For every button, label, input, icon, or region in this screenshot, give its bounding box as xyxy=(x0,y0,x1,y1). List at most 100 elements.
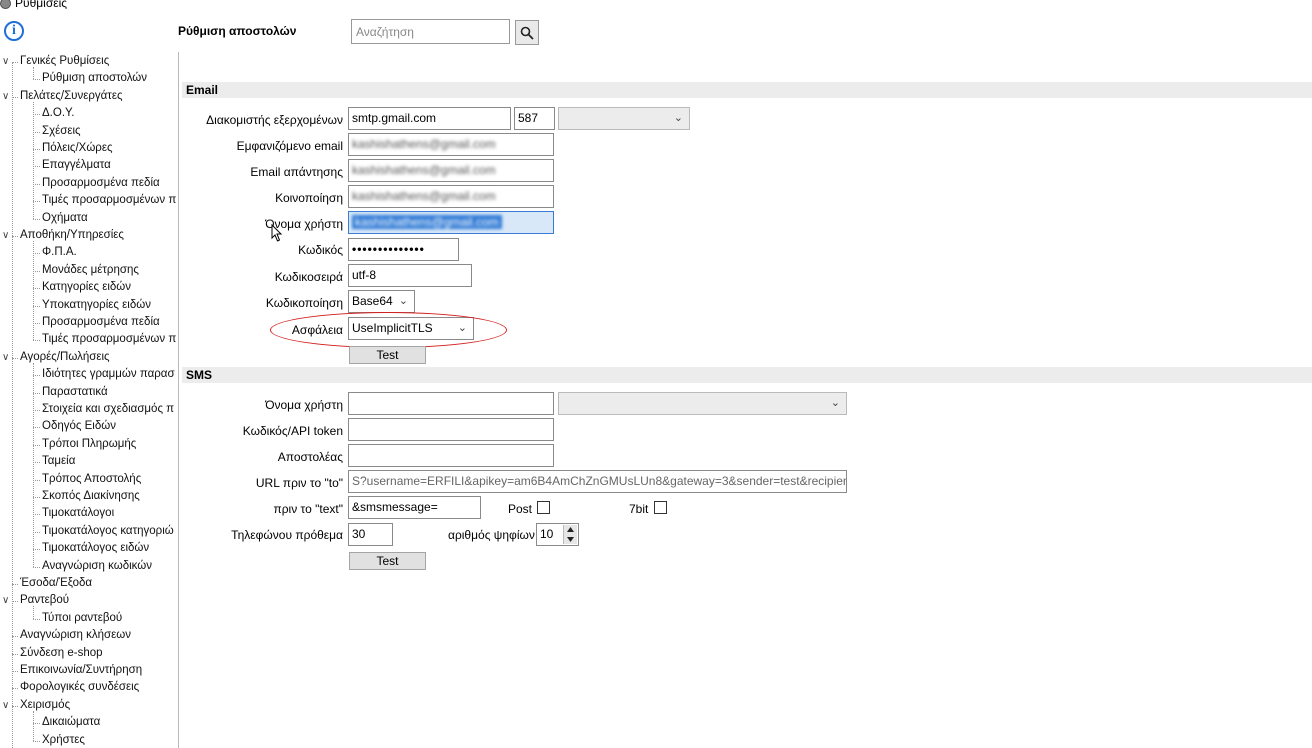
cc-label: Κοινοποίηση xyxy=(275,191,343,205)
smtp-label: Διακομιστής εξερχομένων xyxy=(206,113,343,127)
tree-item[interactable]: Τιμοκατάλογοι xyxy=(42,505,114,522)
api-token-field[interactable] xyxy=(348,418,554,441)
tree-item[interactable]: Τύποι ραντεβού xyxy=(42,610,122,627)
password-field[interactable]: •••••••••••••• xyxy=(348,238,459,261)
tree-item[interactable]: Σύνδεση e-shop xyxy=(20,645,103,662)
search-button[interactable] xyxy=(515,20,539,45)
encoding-value: Base64 xyxy=(352,294,393,308)
tree-connector xyxy=(33,375,40,377)
tree-item[interactable]: Ιδιότητες γραμμών παρασ xyxy=(42,366,175,383)
tree-item[interactable]: Στοιχεία και σχεδιασμός π xyxy=(42,401,174,418)
tree-connector xyxy=(33,218,40,220)
tree-item[interactable]: Τιμές προσαρμοσμένων π xyxy=(42,192,176,209)
port-field[interactable]: 587 xyxy=(514,107,555,130)
tree-connector xyxy=(33,710,34,741)
7bit-label: 7bit xyxy=(629,502,649,516)
display-email-field[interactable]: kashishathens@gmail.com xyxy=(348,133,554,156)
expand-chevron-icon[interactable]: ∨ xyxy=(2,227,12,244)
tree-connector xyxy=(33,201,40,203)
tree-item[interactable]: Επαγγέλματα xyxy=(42,157,111,174)
sms-provider-dropdown[interactable]: ⌄ xyxy=(558,392,847,415)
tree-connector xyxy=(33,462,40,464)
tree-item-label: Χρήστες xyxy=(42,733,85,746)
reply-email-field[interactable]: kashishathens@gmail.com xyxy=(348,159,554,182)
expand-chevron-icon[interactable]: ∨ xyxy=(2,592,12,609)
tree-item[interactable]: Σχέσεις xyxy=(42,123,81,140)
sms-username-field[interactable] xyxy=(348,392,554,415)
tree-item-label: Σχέσεις xyxy=(42,124,81,137)
tree-item[interactable]: Ταμεία xyxy=(42,453,75,470)
url-field[interactable]: S?username=ERFILI&apikey=am6B4AmChZnGMUs… xyxy=(348,470,847,493)
post-checkbox[interactable] xyxy=(537,501,550,514)
phone-prefix-field[interactable]: 30 xyxy=(348,523,393,546)
sms-section-header: SMS xyxy=(182,367,1312,383)
tree-item[interactable]: Έσοδα/Έξοδα xyxy=(20,575,92,592)
tree-item[interactable]: Χειρισμός xyxy=(20,697,70,714)
email-test-button[interactable]: Test xyxy=(349,346,426,364)
tree-connector xyxy=(33,79,40,81)
7bit-checkbox[interactable] xyxy=(654,501,667,514)
tree-item-label: Ταμεία xyxy=(42,455,76,468)
tree-item-label: Τιμοκατάλογος ειδών xyxy=(42,542,150,555)
tree-item[interactable]: Οδηγός Ειδών xyxy=(42,418,116,435)
tree-item[interactable]: Επικοινωνία/Συντήρηση xyxy=(20,662,142,679)
tree-connector xyxy=(33,101,34,219)
tree-item[interactable]: Αποθήκη/Υπηρεσίες xyxy=(20,227,124,244)
tree-item[interactable]: Προσαρμοσμένα πεδία xyxy=(42,314,160,331)
sender-field[interactable] xyxy=(348,444,554,467)
expand-chevron-icon[interactable]: ∨ xyxy=(2,697,12,714)
window-title-bar: Ρυθμίσεις xyxy=(0,0,67,10)
tree-item-label: Αποθήκη/Υπηρεσίες xyxy=(20,229,124,241)
tree-item[interactable]: Δ.Ο.Υ. xyxy=(42,105,74,122)
smtp-field[interactable]: smtp.gmail.com xyxy=(348,107,511,130)
search-input[interactable] xyxy=(351,19,510,44)
expand-chevron-icon[interactable]: ∨ xyxy=(2,53,12,70)
smtp-preset-dropdown[interactable]: ⌄ xyxy=(558,107,690,130)
digits-spinner[interactable]: 10 xyxy=(536,523,579,546)
tree-item[interactable]: Κατηγορίες ειδών xyxy=(42,279,131,296)
tree-connector xyxy=(33,166,40,168)
tree-item-label: Υποκατηγορίες ειδών xyxy=(42,298,151,311)
tree-item[interactable]: Πόλεις/Χώρες xyxy=(42,140,113,157)
tree-item[interactable]: Οχήματα xyxy=(42,210,88,227)
tree-item[interactable]: Αναγνώριση κλήσεων xyxy=(20,627,131,644)
tree-item[interactable]: Μονάδες μέτρησης xyxy=(42,262,139,279)
sms-username-label: Όνομα χρήστη xyxy=(265,398,343,412)
tree-item[interactable]: Τιμοκατάλογος ειδών xyxy=(42,540,149,557)
text-prefix-field[interactable]: &smsmessage= xyxy=(348,496,481,519)
tree-item-label: Κατηγορίες ειδών xyxy=(42,281,132,294)
tree-item[interactable]: Υποκατηγορίες ειδών xyxy=(42,297,151,314)
info-icon[interactable]: i xyxy=(4,21,24,41)
tree-connector xyxy=(33,362,34,567)
sms-test-button[interactable]: Test xyxy=(349,552,426,570)
tree-item[interactable]: Δικαιώματα xyxy=(42,714,100,731)
encoding-dropdown[interactable]: Base64 ⌄ xyxy=(348,290,415,313)
tree-item-label: Προσαρμοσμένα πεδία xyxy=(42,316,160,328)
tree-connector xyxy=(33,241,34,341)
tree-item[interactable]: Σκοπός Διακίνησης xyxy=(42,488,140,505)
tree-item[interactable]: Τιμοκατάλογος κατηγοριώ xyxy=(42,523,174,540)
username-field[interactable]: kashishathens@gmail.com xyxy=(348,211,554,234)
tree-connector xyxy=(33,427,40,429)
tree-item[interactable]: Τιμές προσαρμοσμένων π xyxy=(42,331,176,348)
url-label: URL πριν το "to" xyxy=(255,476,343,490)
tree-item[interactable]: Τρόποι Πληρωμής xyxy=(42,436,136,453)
tree-item[interactable]: Τρόπος Αποστολής xyxy=(42,471,141,488)
tree-item[interactable]: Χρήστες xyxy=(42,732,85,748)
tree-item[interactable]: Προσαρμοσμένα πεδία xyxy=(42,175,160,192)
tree-item[interactable]: Πελάτες/Συνεργάτες xyxy=(20,88,123,105)
cc-field[interactable]: kashishathens@gmail.com xyxy=(348,185,554,208)
tree-item[interactable]: Παραστατικά xyxy=(42,384,108,401)
tree-item[interactable]: Φ.Π.Α. xyxy=(42,244,77,261)
tree-item[interactable]: Ραντεβού xyxy=(20,592,69,609)
display-email-value: kashishathens@gmail.com xyxy=(352,137,496,151)
expand-chevron-icon[interactable]: ∨ xyxy=(2,88,12,105)
tree-connector xyxy=(33,340,40,342)
tree-item[interactable]: Ρύθμιση αποστολών xyxy=(42,70,147,87)
expand-chevron-icon[interactable]: ∨ xyxy=(2,349,12,366)
spinner-arrows[interactable] xyxy=(563,525,577,544)
tree-item[interactable]: Αναγνώριση κωδικών xyxy=(42,558,152,575)
tree-item[interactable]: Φορολογικές συνδέσεις xyxy=(20,679,139,696)
charset-field[interactable]: utf-8 xyxy=(348,264,472,287)
tree-connector xyxy=(12,62,13,748)
